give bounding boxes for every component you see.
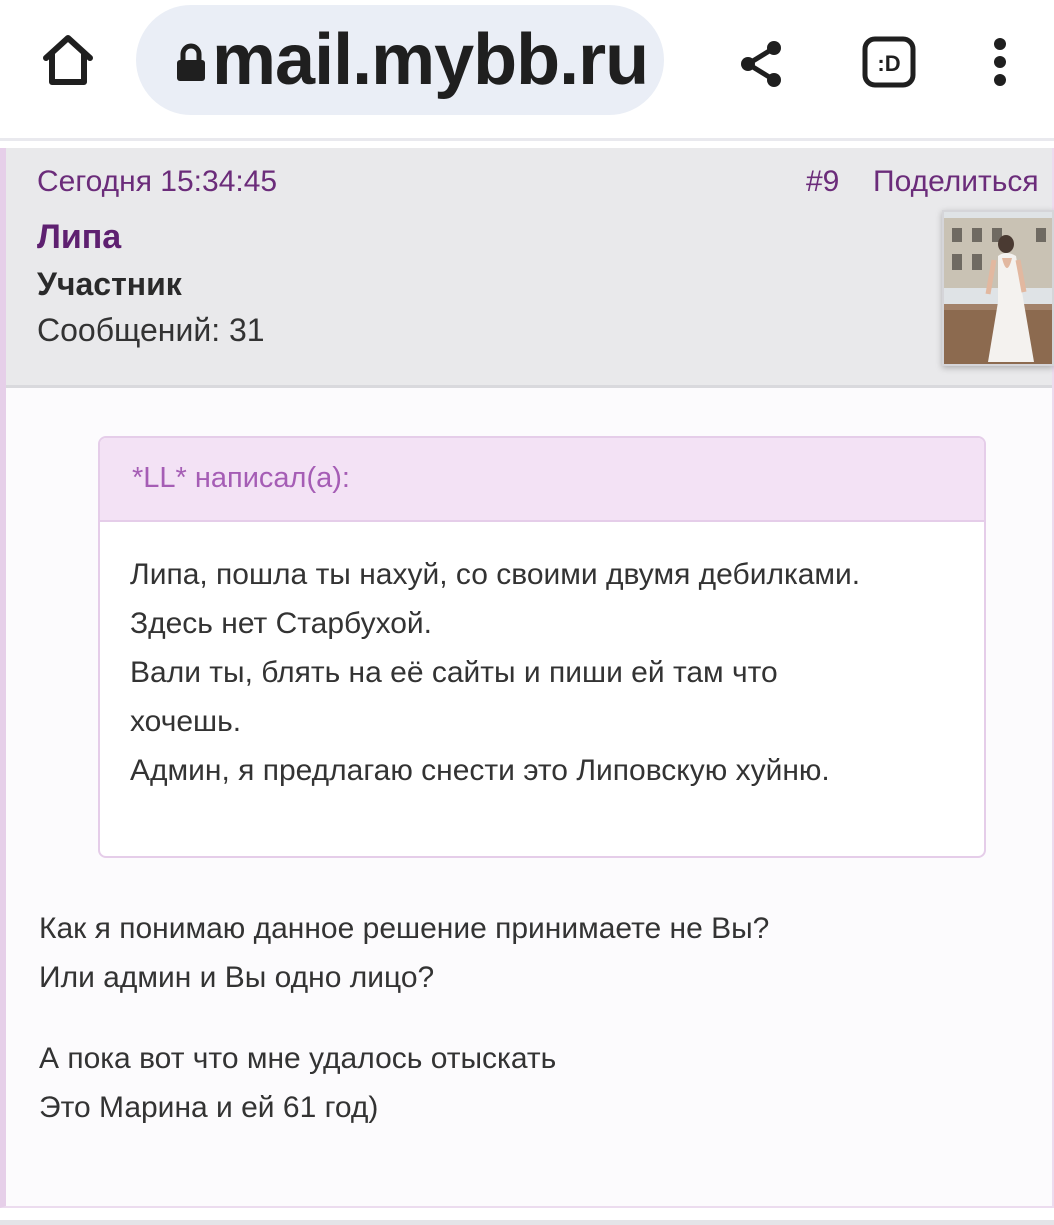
quote-author: *LL* написал(а): — [132, 462, 350, 494]
avatar — [942, 210, 1054, 366]
post-body: Как я понимаю данное решение принимаете … — [39, 904, 1019, 1164]
post-paragraph: Как я понимаю данное решение принимаете … — [39, 904, 1019, 1002]
post-line: А пока вот что мне удалось отыскать — [39, 1042, 557, 1075]
quote-line: хочешь. — [130, 705, 242, 738]
quote-line: Админ, я предлагаю снести это Липовскую … — [130, 754, 830, 787]
post-paragraph: А пока вот что мне удалось отыскать Это … — [39, 1034, 1019, 1132]
more-vert-icon — [994, 38, 1006, 86]
next-post-divider — [0, 1220, 1054, 1225]
quote-box: *LL* написал(а): Липа, пошла ты нахуй, с… — [98, 436, 986, 858]
home-button[interactable] — [36, 28, 100, 92]
avatar-photo — [944, 212, 1052, 364]
share-icon — [741, 41, 781, 87]
post-header: Сегодня 15:34:45 #9 Поделиться Липа Учас… — [6, 148, 1054, 388]
lock-icon — [177, 43, 205, 81]
post-line: Это Марина и ей 61 год) — [39, 1091, 379, 1124]
author-name-link[interactable]: Липа — [37, 218, 121, 257]
quote-line: Липа, пошла ты нахуй, со своими двумя де… — [130, 558, 861, 591]
extension-button[interactable]: :D — [860, 34, 920, 90]
quote-line: Вали ты, блять на её сайты и пиши ей там… — [130, 656, 778, 689]
post-line: Или админ и Вы одно лицо? — [39, 961, 435, 994]
quote-header: *LL* написал(а): — [100, 438, 984, 522]
home-icon — [43, 35, 93, 85]
share-post-link[interactable]: Поделиться — [873, 165, 1039, 199]
menu-button[interactable] — [980, 30, 1020, 94]
toolbar-divider — [0, 138, 1054, 141]
quote-body: Липа, пошла ты нахуй, со своими двумя де… — [130, 550, 970, 795]
post-number-link[interactable]: #9 — [806, 165, 839, 199]
post-line: Как я понимаю данное решение принимаете … — [39, 912, 770, 945]
browser-toolbar: mail.mybb.ru :D — [0, 0, 1054, 138]
share-button[interactable] — [734, 36, 790, 92]
url-text: mail.mybb.ru — [212, 20, 649, 100]
smiley-extension-icon: :D — [862, 36, 916, 88]
forum-post: Сегодня 15:34:45 #9 Поделиться Липа Учас… — [0, 148, 1054, 1208]
author-role: Участник — [37, 266, 182, 302]
address-bar[interactable]: mail.mybb.ru — [136, 5, 664, 115]
quote-line: Здесь нет Старбухой. — [130, 607, 433, 640]
post-date-link[interactable]: Сегодня 15:34:45 — [37, 165, 277, 199]
extension-label: :D — [877, 51, 900, 76]
author-post-count: Сообщений: 31 — [37, 312, 265, 348]
